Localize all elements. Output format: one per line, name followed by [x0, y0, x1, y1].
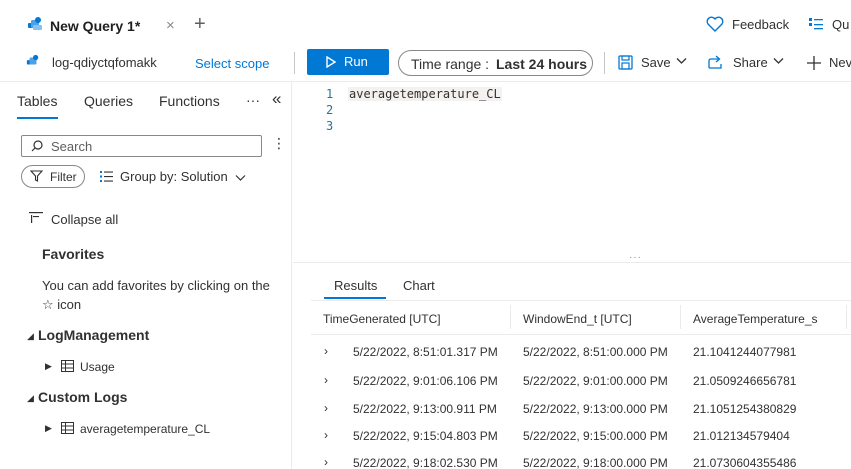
table-usage[interactable]: Usage: [80, 360, 115, 374]
caret-right-icon[interactable]: ▶: [45, 361, 52, 372]
table-cell: 21.1041244077981: [693, 345, 797, 359]
line-number: 2: [326, 103, 334, 117]
results-divider: [311, 300, 851, 301]
heart-icon: [706, 16, 724, 32]
feedback-button[interactable]: Feedback: [732, 17, 789, 32]
tab-queries[interactable]: Queries: [84, 93, 133, 109]
group-by-icon: [100, 171, 113, 182]
table-icon: [61, 360, 74, 372]
pane-splitter[interactable]: [293, 262, 851, 263]
table-cell: 5/22/2022, 9:18:00.000 PM: [523, 456, 668, 469]
search-icon: [31, 140, 43, 152]
search-placeholder: Search: [51, 139, 93, 154]
new-button[interactable]: Nev: [829, 55, 851, 70]
table-cell: 5/22/2022, 9:15:04.803 PM: [353, 429, 498, 443]
time-range-value: Last 24 hours: [496, 56, 588, 72]
query-code[interactable]: averagetemperature_CL: [348, 87, 502, 101]
toolbar-divider: [604, 52, 605, 74]
table-averagetemperature-cl[interactable]: averagetemperature_CL: [80, 422, 210, 436]
table-cell: 5/22/2022, 9:01:00.000 PM: [523, 374, 668, 388]
plus-icon: [806, 55, 822, 71]
more-options-button[interactable]: ···: [246, 92, 260, 108]
table-cell: 5/22/2022, 9:13:00.000 PM: [523, 402, 668, 416]
log-analytics-icon: [27, 16, 43, 32]
chevron-down-icon: [676, 57, 687, 65]
caret-right-icon[interactable]: ▶: [45, 423, 52, 434]
share-icon: [708, 55, 724, 69]
column-separator[interactable]: [680, 305, 681, 329]
caret-down-icon[interactable]: ◢: [27, 393, 34, 404]
save-button[interactable]: Save: [641, 55, 671, 70]
share-button[interactable]: Share: [733, 55, 768, 70]
chevron-down-icon: [235, 174, 246, 182]
time-range-label: Time range :: [411, 56, 490, 72]
group-logmanagement[interactable]: LogManagement: [38, 327, 149, 343]
column-header-timegenerated[interactable]: TimeGenerated [UTC]: [323, 312, 441, 326]
table-cell: 21.0730604355486: [693, 456, 797, 469]
close-tab-button[interactable]: ×: [166, 17, 175, 34]
header-divider: [311, 334, 851, 335]
queries-icon: [808, 17, 824, 31]
expand-row-chevron[interactable]: ›: [324, 401, 328, 415]
collapse-all-icon: [29, 212, 43, 224]
line-number: 1: [326, 87, 334, 101]
workspace-name: log-qdiyctqfomakk: [52, 55, 157, 70]
table-icon: [61, 422, 74, 434]
column-header-averagetemperature[interactable]: AverageTemperature_s: [693, 312, 818, 326]
chevron-down-icon: [773, 57, 784, 65]
table-cell: 5/22/2022, 9:15:00.000 PM: [523, 429, 668, 443]
group-by-dropdown[interactable]: Group by: Solution: [120, 169, 228, 184]
expand-row-chevron[interactable]: ›: [324, 428, 328, 442]
table-cell: 5/22/2022, 8:51:00.000 PM: [523, 345, 668, 359]
table-cell: 21.0509246656781: [693, 374, 797, 388]
search-more-button[interactable]: ⋮: [272, 136, 286, 150]
line-number: 3: [326, 119, 334, 133]
query-editor[interactable]: [293, 82, 851, 262]
column-separator[interactable]: [510, 305, 511, 329]
favorites-hint: You can add favorites by clicking on the…: [42, 278, 270, 312]
add-tab-button[interactable]: +: [194, 13, 206, 36]
expand-row-chevron[interactable]: ›: [324, 455, 328, 469]
table-cell: 5/22/2022, 9:18:02.530 PM: [353, 456, 498, 469]
expand-row-chevron[interactable]: ›: [324, 344, 328, 358]
tab-tables[interactable]: Tables: [17, 93, 57, 109]
column-header-windowend[interactable]: WindowEnd_t [UTC]: [523, 312, 632, 326]
tab-tables-underline: [17, 117, 58, 119]
workspace-icon: [26, 54, 40, 68]
favorites-heading: Favorites: [42, 246, 105, 262]
tab-chart[interactable]: Chart: [403, 278, 435, 293]
table-cell: 21.012134579404: [693, 429, 790, 443]
tab-results-underline: [324, 297, 386, 299]
group-custom-logs[interactable]: Custom Logs: [38, 389, 127, 405]
table-cell: 5/22/2022, 8:51:01.317 PM: [353, 345, 498, 359]
save-icon: [618, 55, 633, 70]
splitter-handle[interactable]: ···: [629, 252, 642, 263]
caret-down-icon[interactable]: ◢: [27, 331, 34, 342]
expand-row-chevron[interactable]: ›: [324, 373, 328, 387]
filter-icon: [30, 170, 43, 182]
toolbar-divider: [294, 52, 295, 74]
select-scope-link[interactable]: Select scope: [195, 56, 269, 71]
tab-title: New Query 1*: [50, 18, 141, 34]
queries-button[interactable]: Qu: [832, 17, 849, 32]
table-cell: 5/22/2022, 9:01:06.106 PM: [353, 374, 498, 388]
tab-results[interactable]: Results: [334, 278, 377, 293]
play-icon: [326, 56, 336, 68]
column-separator[interactable]: [846, 305, 847, 329]
collapse-all-button[interactable]: Collapse all: [51, 212, 118, 227]
tab-functions[interactable]: Functions: [159, 93, 220, 109]
filter-label: Filter: [50, 170, 77, 184]
table-cell: 21.1051254380829: [693, 402, 797, 416]
run-label: Run: [344, 54, 368, 69]
collapse-pane-button[interactable]: «: [272, 89, 281, 109]
table-cell: 5/22/2022, 9:13:00.911 PM: [353, 402, 497, 416]
